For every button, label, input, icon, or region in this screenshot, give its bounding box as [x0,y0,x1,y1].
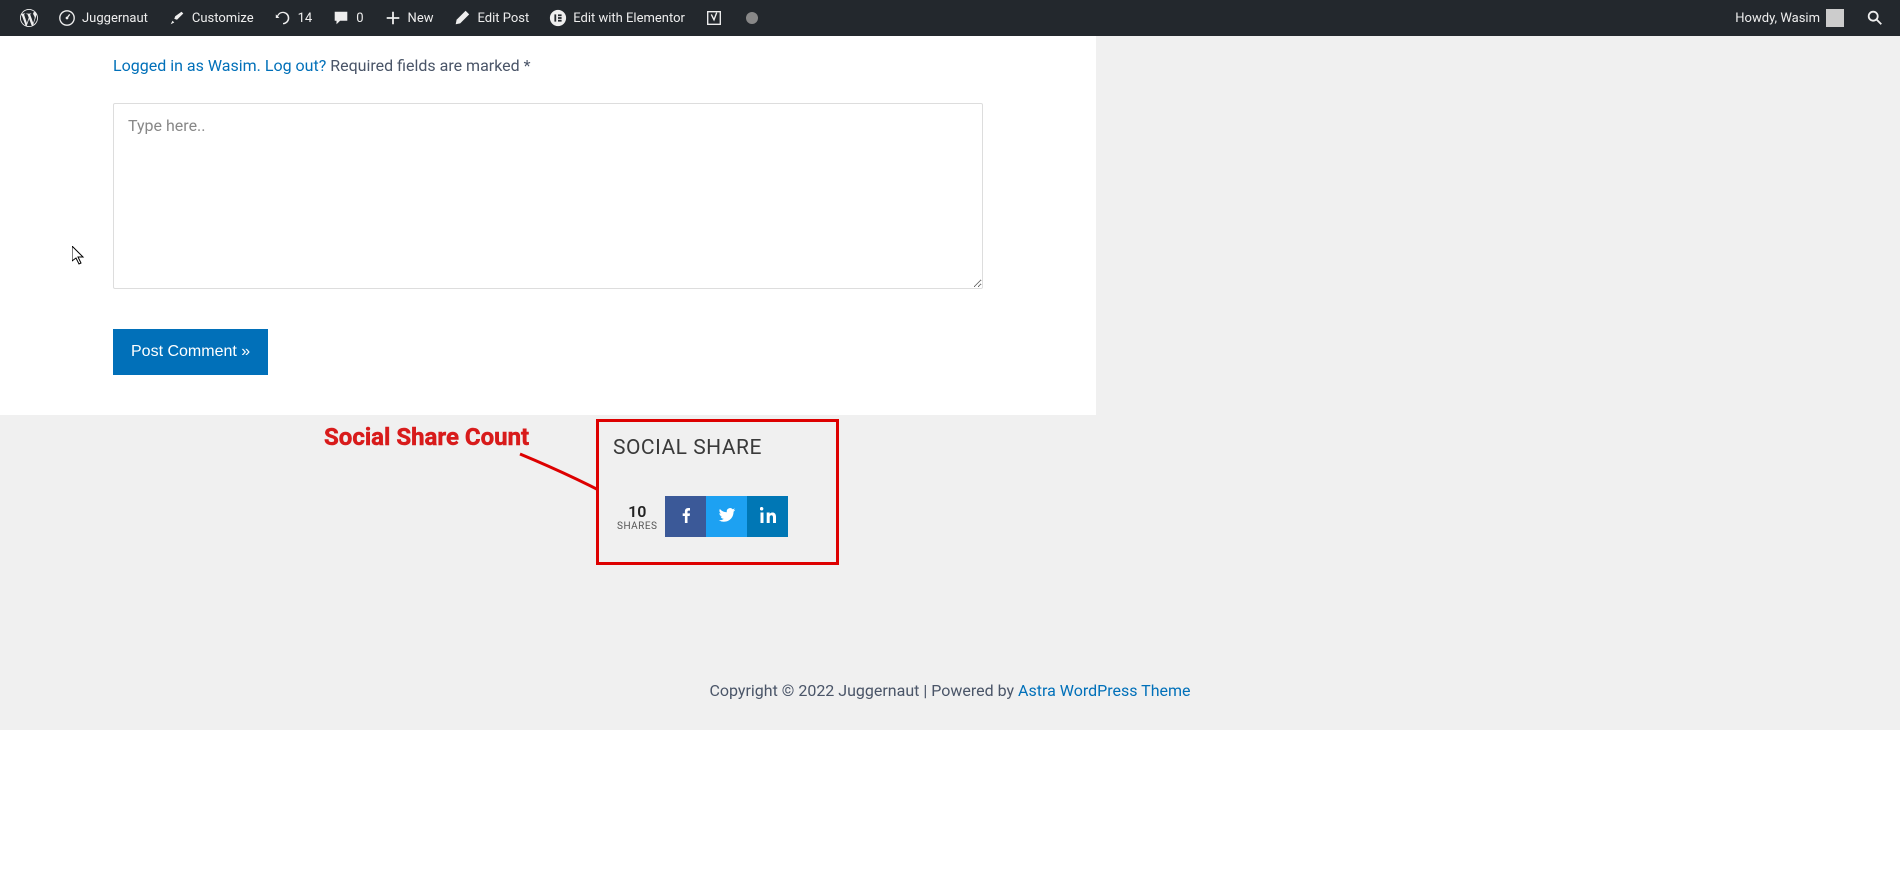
copyright-text: Copyright © 2022 Juggernaut | Powered by [709,681,1018,700]
circle-icon [743,9,761,27]
share-row: 10 SHARES [613,496,822,537]
elementor-icon [549,9,567,27]
copyright-bar: Copyright © 2022 Juggernaut | Powered by… [0,625,1900,730]
elementor-label: Edit with Elementor [573,11,685,26]
wp-logo[interactable] [10,0,48,36]
admin-bar-left: Juggernaut Customize 14 0 New [10,0,771,36]
logged-in-line: Logged in as Wasim. Log out? Required fi… [113,56,983,75]
wordpress-icon [20,9,38,27]
logged-in-link[interactable]: Logged in as Wasim [113,56,257,75]
yoast-icon [705,9,723,27]
updates-count: 14 [298,11,313,26]
footer-zone: Social Share Count SOCIAL SHARE 10 SHARE… [0,415,1900,730]
cursor-icon [72,246,86,266]
share-count: 10 [617,502,657,521]
search-icon [1866,9,1884,27]
page-wrap: Logged in as Wasim. Log out? Required fi… [0,36,1900,730]
status-dot-item[interactable] [733,0,771,36]
facebook-share-button[interactable] [665,496,706,537]
social-share-widget: SOCIAL SHARE 10 SHARES [596,419,839,565]
share-label: SHARES [617,521,657,532]
twitter-icon [718,506,736,528]
linkedin-share-button[interactable] [747,496,788,537]
twitter-share-button[interactable] [706,496,747,537]
yoast-item[interactable] [695,0,733,36]
brush-icon [168,9,186,27]
new-item[interactable]: New [374,0,444,36]
wp-admin-bar: Juggernaut Customize 14 0 New [0,0,1900,36]
admin-bar-right: Howdy, Wasim [1725,0,1890,36]
annotation-label: Social Share Count [324,423,529,451]
facebook-icon [678,507,694,527]
edit-post-label: Edit Post [477,11,529,26]
customize-label: Customize [192,11,254,26]
theme-link[interactable]: Astra WordPress Theme [1018,681,1190,700]
social-share-title: SOCIAL SHARE [613,436,822,460]
updates-icon [274,9,292,27]
post-comment-button[interactable]: Post Comment » [113,329,268,375]
updates-item[interactable]: 14 [264,0,323,36]
howdy-item[interactable]: Howdy, Wasim [1725,0,1854,36]
elementor-item[interactable]: Edit with Elementor [539,0,695,36]
comments-count: 0 [356,11,363,26]
search-item[interactable] [1860,0,1890,36]
content-card: Logged in as Wasim. Log out? Required fi… [0,36,1096,415]
site-name-item[interactable]: Juggernaut [48,0,158,36]
logout-link[interactable]: . Log out? [257,56,327,75]
site-name-label: Juggernaut [82,11,148,26]
plus-icon [384,9,402,27]
comments-item[interactable]: 0 [322,0,373,36]
comment-textarea[interactable] [113,103,983,289]
linkedin-icon [760,507,776,527]
pencil-icon [453,9,471,27]
new-label: New [408,11,434,26]
customize-item[interactable]: Customize [158,0,264,36]
comment-icon [332,9,350,27]
howdy-label: Howdy, Wasim [1735,11,1820,26]
required-text: Required fields are marked * [330,56,530,75]
dashboard-icon [58,9,76,27]
content-inner: Logged in as Wasim. Log out? Required fi… [113,36,983,415]
edit-post-item[interactable]: Edit Post [443,0,539,36]
avatar [1826,9,1844,27]
share-count-box: 10 SHARES [613,502,665,532]
